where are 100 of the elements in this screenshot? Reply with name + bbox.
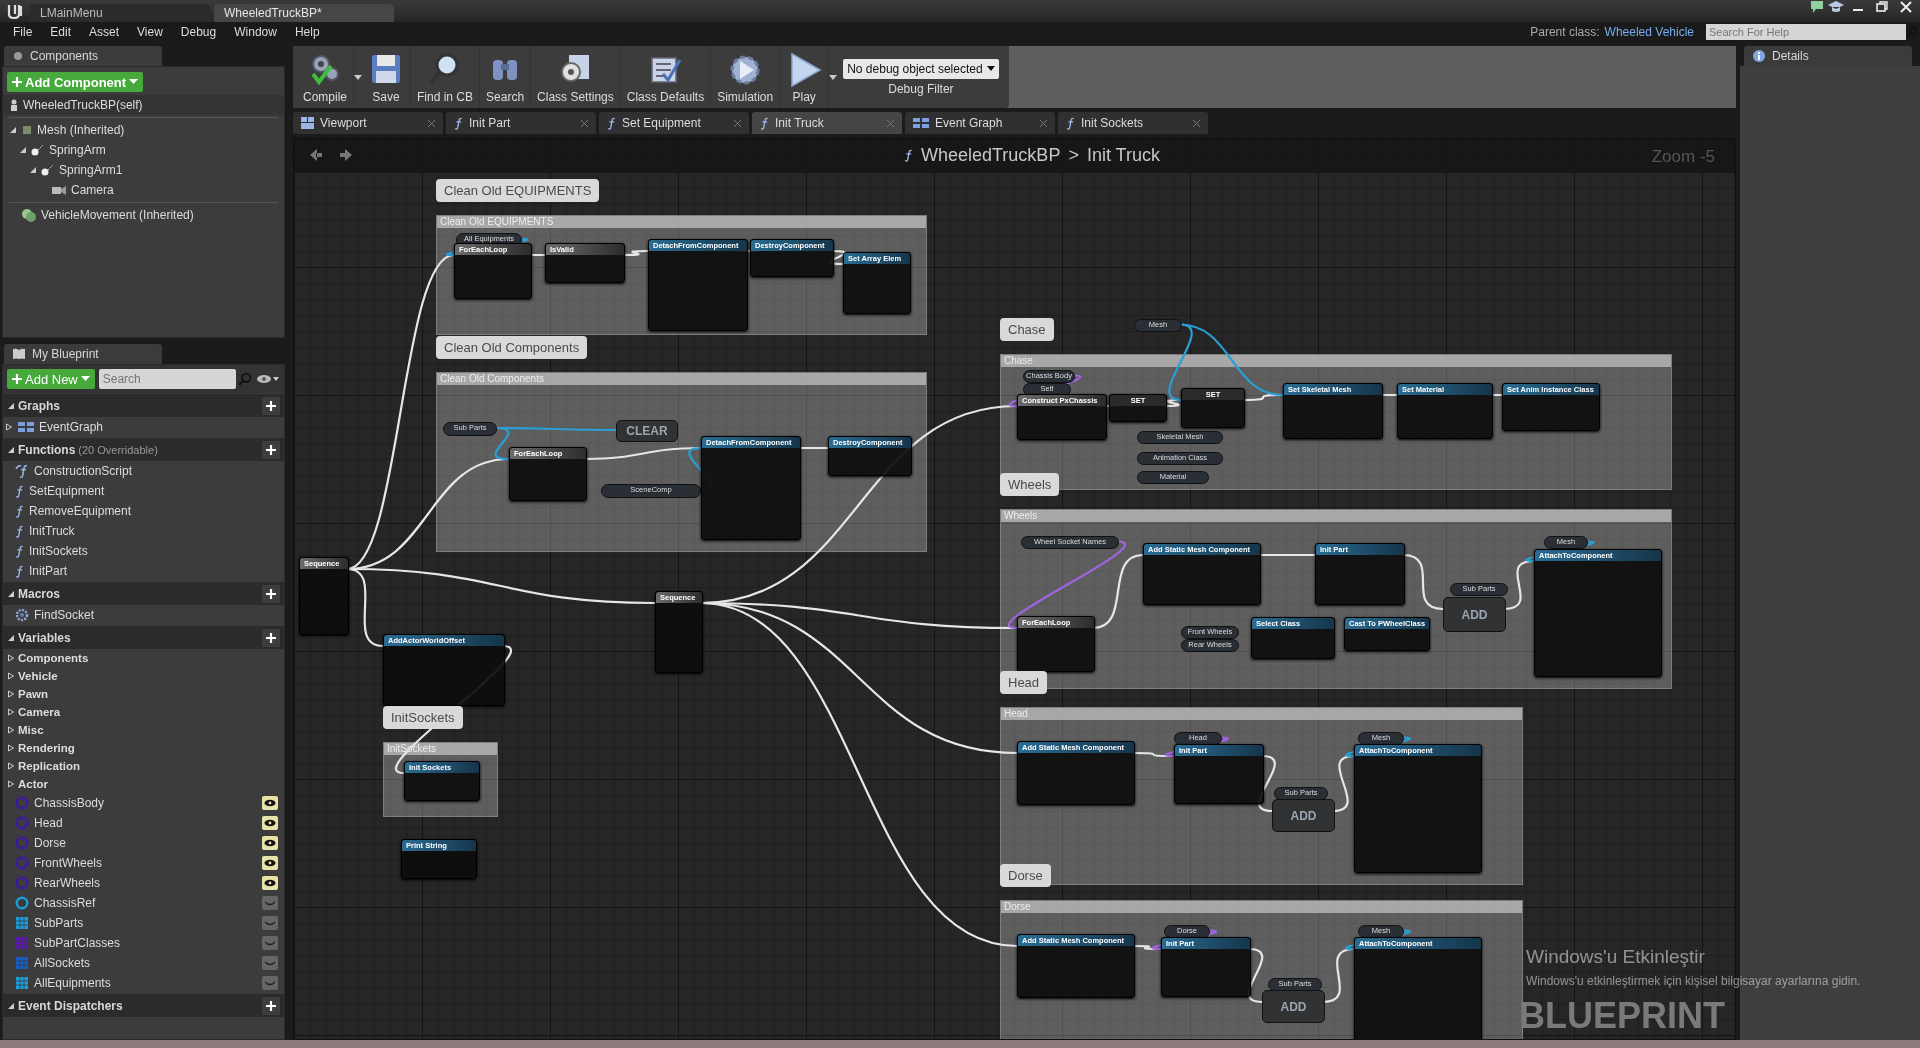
collapsed-triangle-icon[interactable] — [5, 423, 13, 431]
graph-tab[interactable]: Viewport — [293, 112, 443, 134]
debug-object-dropdown[interactable]: No debug object selected — [843, 58, 999, 79]
variable-item[interactable]: SubPartClasses — [34, 936, 121, 950]
expanded-triangle-icon[interactable] — [9, 126, 17, 134]
variable-item[interactable]: FrontWheels — [34, 856, 103, 870]
menu-item[interactable]: Edit — [41, 25, 81, 39]
visibility-toggle[interactable] — [262, 836, 278, 850]
variable-item[interactable]: ChassisBody — [34, 796, 105, 810]
component-item[interactable]: Camera — [71, 183, 114, 197]
search-field[interactable]: Search — [98, 369, 236, 389]
component-item[interactable]: SpringArm — [49, 143, 106, 157]
expanded-triangle-icon[interactable] — [7, 1001, 15, 1010]
menu-item[interactable]: View — [128, 25, 172, 39]
toolbar-button[interactable]: Find in CB — [411, 46, 481, 108]
variable-category[interactable]: Misc — [18, 724, 44, 736]
chat-icon[interactable] — [1810, 0, 1824, 14]
expanded-triangle-icon[interactable] — [7, 445, 15, 454]
toolbar-button[interactable]: Class Settings — [531, 46, 621, 108]
visibility-toggle[interactable] — [262, 856, 278, 870]
graph-tab[interactable]: Init Part — [446, 112, 596, 134]
collapsed-triangle-icon[interactable] — [7, 654, 15, 662]
graph-tab[interactable]: Init Truck — [752, 112, 902, 134]
menu-item[interactable]: File — [4, 25, 42, 39]
blueprint-item[interactable]: InitPart — [29, 564, 67, 578]
toolbar-button[interactable]: Save — [362, 46, 411, 108]
component-item[interactable]: Mesh (Inherited) — [37, 123, 125, 137]
visibility-toggle[interactable] — [262, 896, 278, 910]
toolbar-button[interactable]: Play — [780, 46, 830, 108]
variable-category[interactable]: Camera — [18, 706, 61, 718]
expanded-triangle-icon[interactable] — [19, 146, 27, 154]
expanded-triangle-icon[interactable] — [7, 589, 15, 598]
graph-tab[interactable]: Event Graph — [905, 112, 1055, 134]
menu-item[interactable]: Window — [225, 25, 286, 39]
menu-item[interactable]: Help — [285, 25, 329, 39]
visibility-toggle[interactable] — [262, 816, 278, 830]
document-tab[interactable]: LMainMenu — [30, 4, 210, 22]
blueprint-item[interactable]: FindSocket — [34, 608, 95, 622]
toolbar-button[interactable]: Simulation — [711, 46, 781, 108]
variable-item[interactable]: SubParts — [34, 916, 84, 930]
variable-category[interactable]: Rendering — [18, 742, 75, 754]
graph-tab[interactable]: Init Sockets — [1058, 112, 1208, 134]
variable-item[interactable]: Head — [34, 816, 63, 830]
blueprint-item[interactable]: RemoveEquipment — [29, 504, 132, 518]
help-search-field[interactable]: Search For Help — [1706, 24, 1906, 40]
toolbar-button[interactable]: Compile — [297, 46, 354, 108]
collapsed-triangle-icon[interactable] — [7, 762, 15, 770]
collapsed-triangle-icon[interactable] — [7, 780, 15, 788]
variable-item[interactable]: RearWheels — [34, 876, 101, 890]
toolbar-button[interactable]: Search — [480, 46, 532, 108]
menu-item[interactable]: Asset — [80, 25, 129, 39]
variable-item[interactable]: Dorse — [34, 836, 66, 850]
add-button[interactable] — [262, 396, 280, 415]
add-button[interactable] — [262, 996, 280, 1015]
collapsed-triangle-icon[interactable] — [7, 744, 15, 752]
variable-category[interactable]: Pawn — [18, 688, 49, 700]
graduation-cap-icon[interactable] — [1828, 0, 1844, 14]
graph-tab[interactable]: Set Equipment — [599, 112, 749, 134]
blueprint-item[interactable]: InitTruck — [29, 524, 75, 538]
document-tab[interactable]: WheeledTruckBP* — [214, 4, 394, 22]
visibility-toggle[interactable] — [262, 916, 278, 930]
variable-item[interactable]: AllEquipments — [34, 976, 111, 990]
variable-item[interactable]: AllSockets — [34, 956, 91, 970]
compact-node[interactable]: ADD — [1262, 990, 1325, 1023]
visibility-toggle[interactable] — [262, 796, 278, 810]
expanded-triangle-icon[interactable] — [7, 633, 15, 642]
blueprint-item[interactable]: InitSockets — [29, 544, 88, 558]
visibility-toggle[interactable] — [262, 876, 278, 890]
details-tab[interactable]: Details — [1744, 46, 1912, 66]
compact-node[interactable]: ADD — [1272, 799, 1335, 832]
visibility-toggle[interactable] — [262, 936, 278, 950]
variable-category[interactable]: Vehicle — [18, 670, 58, 682]
expanded-triangle-icon[interactable] — [7, 401, 15, 410]
component-item[interactable]: SpringArm1 — [59, 163, 123, 177]
add-button[interactable] — [262, 584, 280, 603]
visibility-toggle[interactable] — [262, 976, 278, 990]
blueprint-item[interactable]: SetEquipment — [29, 484, 105, 498]
add-button[interactable] — [262, 440, 280, 459]
toolbar-button[interactable]: Class Defaults — [620, 46, 712, 108]
visibility-toggle[interactable] — [262, 956, 278, 970]
compact-node[interactable]: ADD — [1443, 597, 1506, 632]
variable-category[interactable]: Components — [18, 652, 89, 664]
expanded-triangle-icon[interactable] — [29, 166, 37, 174]
variable-category[interactable]: Actor — [18, 778, 49, 790]
compact-node[interactable]: CLEAR — [616, 420, 678, 442]
variable-item[interactable]: ChassisRef — [34, 896, 96, 910]
blueprint-name[interactable]: WheeledTruckBP — [921, 145, 1061, 166]
collapsed-triangle-icon[interactable] — [7, 672, 15, 680]
caret-icon[interactable] — [354, 74, 362, 80]
parent-class-link[interactable]: Wheeled Vehicle — [1604, 25, 1694, 39]
my-blueprint-tab[interactable]: My Blueprint — [4, 344, 162, 364]
collapsed-triangle-icon[interactable] — [7, 708, 15, 716]
component-item[interactable]: VehicleMovement (Inherited) — [41, 208, 194, 222]
blueprint-item[interactable]: ConstructionScript — [34, 464, 133, 478]
collapsed-triangle-icon[interactable] — [7, 726, 15, 734]
caret-icon[interactable] — [829, 74, 838, 80]
eye-view-options-icon[interactable] — [256, 373, 280, 385]
components-tab[interactable]: Components — [4, 46, 162, 66]
add-button[interactable] — [262, 628, 280, 647]
menu-item[interactable]: Debug — [171, 25, 226, 39]
